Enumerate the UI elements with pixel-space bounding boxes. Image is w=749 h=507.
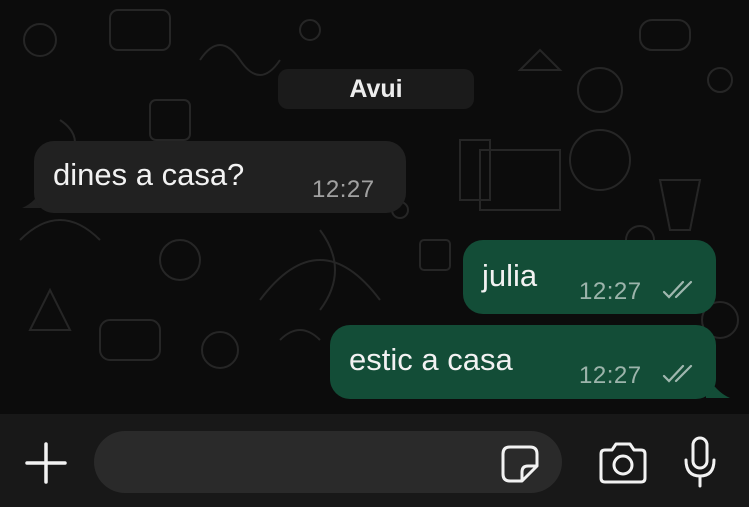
- sticker-icon[interactable]: [500, 444, 540, 484]
- message-time: 12:27: [579, 362, 642, 389]
- read-receipt-icon: [662, 280, 693, 299]
- read-receipt-icon: [662, 364, 693, 383]
- message-time: 12:27: [312, 176, 375, 203]
- message-time: 12:27: [579, 278, 642, 305]
- date-separator-label: Avui: [349, 74, 403, 103]
- message-bubble-outgoing[interactable]: julia 12:27: [463, 240, 716, 314]
- message-bubble-outgoing[interactable]: estic a casa 12:27: [330, 325, 716, 399]
- date-separator: Avui: [278, 69, 474, 109]
- plus-icon[interactable]: [25, 442, 67, 484]
- message-text: estic a casa: [349, 342, 513, 377]
- message-text: julia: [482, 258, 538, 293]
- message-text: dines a casa?: [53, 157, 245, 192]
- camera-icon[interactable]: [597, 440, 649, 486]
- microphone-icon[interactable]: [682, 436, 718, 488]
- message-bubble-incoming[interactable]: dines a casa? 12:27: [34, 141, 406, 213]
- message-input[interactable]: [94, 431, 562, 493]
